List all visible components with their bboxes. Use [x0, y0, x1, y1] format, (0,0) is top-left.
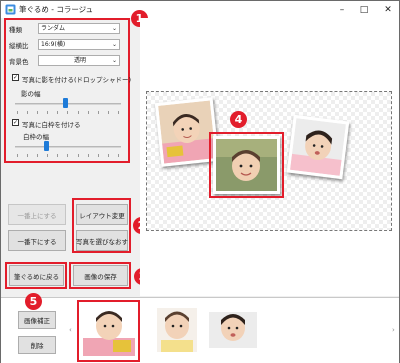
checkmark-icon: ✓ — [13, 119, 19, 126]
frame-width-ticks — [17, 154, 119, 157]
thumbnail-2[interactable] — [151, 304, 203, 356]
baby-photo — [290, 118, 346, 176]
layout-change-button[interactable]: レイアウト変更 — [76, 204, 128, 225]
shadow-checkbox-label: 写真に影を付ける(ドロップシャドー) — [22, 76, 132, 84]
minimize-button[interactable]: – — [331, 1, 353, 18]
frame-width-slider-thumb[interactable] — [44, 141, 50, 151]
scroll-right-icon[interactable]: › — [392, 326, 395, 334]
type-value: ランダム — [41, 25, 66, 32]
collage-photo-right[interactable] — [286, 114, 350, 180]
window-title: 筆ぐるめ - コラージュ — [19, 5, 94, 14]
title-bar: 筆ぐるめ - コラージュ – □ ✕ — [1, 1, 399, 18]
thumbnail-1[interactable] — [83, 304, 135, 356]
reselect-photos-button[interactable]: 写真を選びなおす — [76, 230, 128, 251]
chevron-down-icon: ⌄ — [111, 41, 117, 48]
bring-to-front-button[interactable]: 一番上にする — [8, 204, 66, 225]
type-select[interactable]: ランダム ⌄ — [38, 23, 120, 34]
bg-color-value: 透明 — [73, 57, 86, 64]
aspect-value: 16:9(横) — [41, 41, 66, 48]
frame-width-track — [15, 146, 121, 148]
shadow-width-slider-thumb[interactable] — [63, 98, 69, 108]
bg-color-select[interactable]: 透明 ⌄ — [38, 55, 120, 66]
callout-4: 4 — [230, 111, 247, 128]
image-correction-button[interactable]: 画像補正 — [18, 311, 56, 329]
baby-photo — [158, 100, 216, 164]
collage-canvas[interactable]: 4 — [140, 18, 399, 296]
type-label: 種類 — [9, 26, 22, 34]
collage-window: 筆ぐるめ - コラージュ – □ ✕ 1 種類 ランダム ⌄ 縦横比 16:9(… — [0, 0, 400, 363]
checkmark-icon: ✓ — [13, 74, 19, 81]
close-button[interactable]: ✕ — [377, 1, 399, 18]
maximize-icon: □ — [359, 4, 369, 15]
send-to-back-button[interactable]: 一番下にする — [8, 230, 66, 251]
bg-color-label: 背景色 — [9, 58, 29, 66]
selected-photo-highlight — [209, 132, 284, 198]
minimize-icon: – — [339, 4, 345, 15]
maximize-button[interactable]: □ — [353, 1, 375, 18]
thumbnail-3[interactable] — [207, 304, 259, 356]
thumbnail-strip: 5 画像補正 削除 ‹ › — [1, 293, 399, 363]
chevron-down-icon: ⌄ — [111, 57, 117, 64]
chevron-down-icon: ⌄ — [111, 25, 117, 32]
delete-button[interactable]: 削除 — [18, 336, 56, 354]
callout-5: 5 — [25, 293, 42, 310]
frame-width-label: 白枠の幅 — [23, 133, 49, 141]
shadow-width-ticks — [17, 111, 119, 114]
frame-checkbox-label: 写真に白枠を付ける — [22, 121, 81, 129]
shadow-checkbox[interactable]: ✓ — [12, 74, 19, 81]
close-icon: ✕ — [384, 4, 392, 15]
aspect-select[interactable]: 16:9(横) ⌄ — [38, 39, 120, 50]
aspect-label: 縦横比 — [9, 42, 29, 50]
left-panel: 1 種類 ランダム ⌄ 縦横比 16:9(横) ⌄ 背景色 透明 ⌄ ✓ 写真に… — [1, 10, 151, 296]
shadow-width-label: 影の幅 — [21, 90, 41, 98]
scroll-left-icon[interactable]: ‹ — [69, 326, 72, 334]
frame-checkbox[interactable]: ✓ — [12, 119, 19, 126]
save-image-button[interactable]: 画像の保存 — [73, 265, 128, 286]
app-icon — [5, 4, 16, 15]
back-to-fudegurume-button[interactable]: 筆ぐるめに戻る — [9, 265, 64, 286]
